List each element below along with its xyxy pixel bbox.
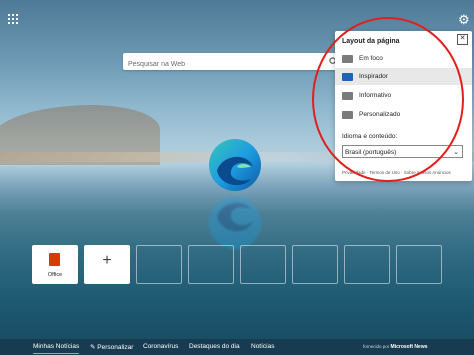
nav-coronavirus[interactable]: Coronavírus bbox=[143, 343, 178, 350]
quick-link-slot bbox=[240, 245, 286, 284]
powered-by: fornecido por Microsoft News bbox=[363, 344, 428, 350]
layout-informational-icon bbox=[342, 91, 353, 100]
nav-noticias[interactable]: Notícias bbox=[251, 343, 274, 350]
quick-link-slot bbox=[188, 245, 234, 284]
layout-option-label: Informativo bbox=[359, 92, 392, 99]
office-icon bbox=[49, 253, 60, 266]
quick-link-slot bbox=[344, 245, 390, 284]
chevron-down-icon: ⌄ bbox=[453, 149, 459, 156]
add-quick-link-button[interactable]: + bbox=[84, 245, 130, 284]
nav-destaques-do-dia[interactable]: Destaques do dia bbox=[189, 343, 240, 350]
layout-option-label: Em foco bbox=[359, 55, 383, 62]
layout-option-informativo[interactable]: Informativo bbox=[335, 87, 472, 104]
news-nav-bar: Minhas Notícias ✎ Personalizar Coronavír… bbox=[0, 339, 474, 355]
layout-option-em-foco[interactable]: Em foco bbox=[335, 50, 472, 67]
layout-option-label: Personalizado bbox=[359, 111, 401, 118]
language-label: Idioma e conteúdo: bbox=[342, 133, 398, 140]
edge-logo bbox=[209, 139, 261, 191]
gear-icon[interactable]: ⚙ bbox=[458, 13, 470, 26]
close-icon[interactable]: ✕ bbox=[457, 34, 468, 45]
quick-links: Office + bbox=[32, 245, 442, 284]
quick-link-label: Office bbox=[47, 272, 63, 278]
search-box[interactable] bbox=[123, 53, 343, 73]
panel-footer-links[interactable]: Privacidade · Termos de Uso · Sobre noss… bbox=[342, 170, 451, 175]
layout-inspirational-icon bbox=[342, 72, 353, 81]
plus-icon: + bbox=[102, 252, 112, 269]
quick-link-slot bbox=[396, 245, 442, 284]
pencil-icon bbox=[342, 110, 353, 119]
quick-link-slot bbox=[292, 245, 338, 284]
nav-personalizar[interactable]: ✎ Personalizar bbox=[90, 343, 133, 351]
quick-link-office[interactable]: Office bbox=[32, 245, 78, 284]
page-layout-panel: Layout da página ✕ Em foco Inspirador In… bbox=[335, 31, 472, 181]
nav-minhas-noticias[interactable]: Minhas Notícias bbox=[33, 343, 80, 354]
powered-prefix: fornecido por bbox=[363, 344, 390, 349]
layout-option-inspirador[interactable]: Inspirador bbox=[335, 68, 472, 85]
layout-focused-icon bbox=[342, 54, 353, 63]
language-select[interactable]: Brasil (português) ⌄ bbox=[342, 145, 463, 158]
powered-brand: Microsoft News bbox=[390, 344, 428, 350]
layout-option-label: Inspirador bbox=[359, 73, 388, 80]
layout-option-personalizado[interactable]: Personalizado bbox=[335, 106, 472, 123]
edge-logo-reflection bbox=[209, 197, 261, 249]
quick-link-slot bbox=[136, 245, 182, 284]
apps-grid-icon[interactable] bbox=[8, 14, 18, 24]
panel-title: Layout da página bbox=[342, 38, 400, 45]
search-input[interactable] bbox=[123, 56, 323, 73]
language-value: Brasil (português) bbox=[345, 149, 397, 156]
